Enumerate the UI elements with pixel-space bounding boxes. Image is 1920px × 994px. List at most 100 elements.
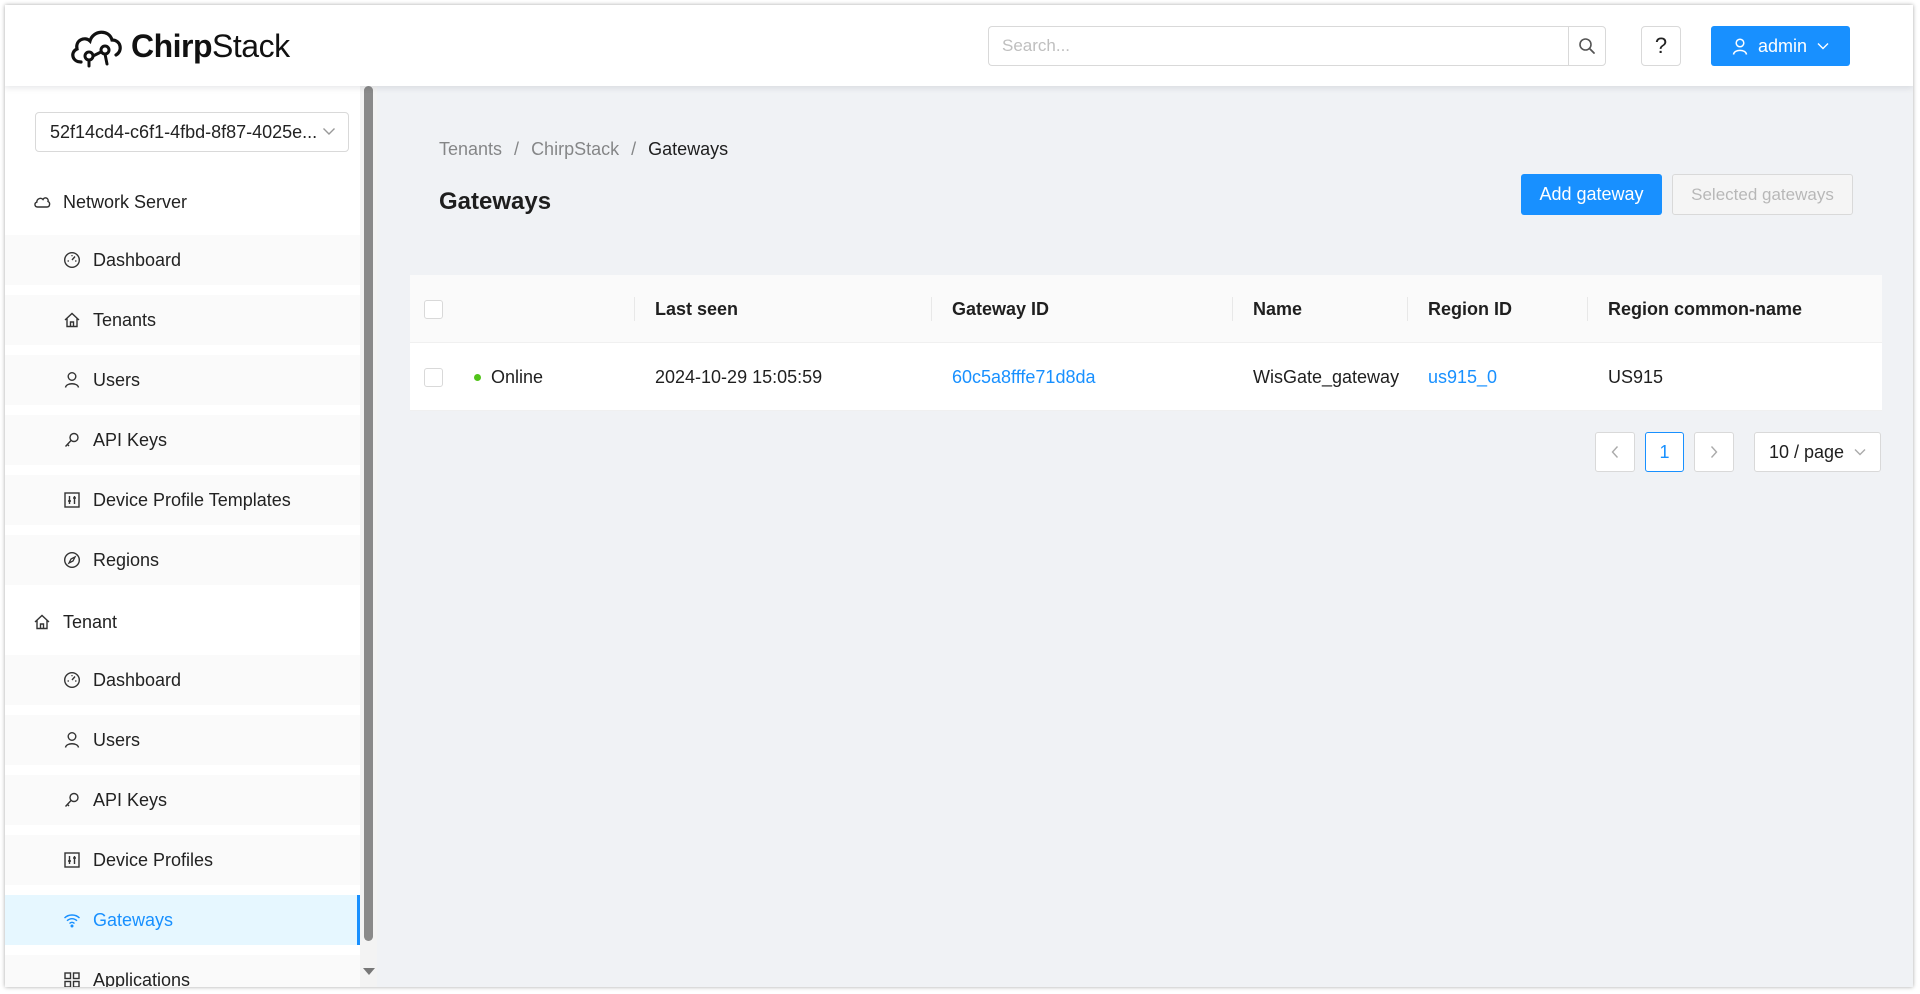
sidebar-item-ns-dashboard[interactable]: Dashboard (5, 235, 360, 285)
column-divider (1407, 297, 1408, 321)
breadcrumb-tenants[interactable]: Tenants (439, 139, 502, 160)
row-checkbox[interactable] (424, 367, 443, 387)
apps-icon (64, 972, 80, 987)
home-icon (34, 614, 50, 630)
page-title: Gateways (439, 188, 552, 215)
sidebar-item-label: Regions (93, 549, 160, 570)
sidebar-item-ns-api-keys[interactable]: API Keys (5, 415, 360, 465)
help-icon: ? (1654, 33, 1668, 58)
sidebar-item-label: Device Profiles (93, 849, 214, 870)
menu-group-label: Network Server (63, 191, 188, 212)
row-select-cell (424, 343, 443, 411)
wifi-icon (64, 914, 80, 928)
logo-text-light: Stack (212, 27, 290, 64)
table-header-row: Last seen Gateway ID Name Region ID Regi… (410, 275, 1882, 343)
sidebar: 52f14cd4-c6f1-4fbd-8f87-4025e... Network… (5, 86, 360, 987)
sidebar-item-device-profiles[interactable]: Device Profiles (5, 835, 360, 885)
select-all-cell (424, 275, 443, 343)
column-header-region-id[interactable]: Region ID (1428, 275, 1512, 343)
sidebar-item-tenant-api-keys[interactable]: API Keys (5, 775, 360, 825)
sidebar-item-applications[interactable]: Applications (5, 955, 360, 987)
status-cell: Online (474, 343, 543, 411)
key-icon (64, 432, 79, 447)
sidebar-item-tenant-dashboard[interactable]: Dashboard (5, 655, 360, 705)
chevron-down-icon (1854, 449, 1866, 456)
sidebar-item-gateways[interactable]: Gateways (5, 895, 360, 945)
column-header-name[interactable]: Name (1253, 275, 1302, 343)
column-divider (1232, 297, 1233, 321)
column-divider (634, 297, 635, 321)
search-input[interactable] (988, 26, 1569, 66)
prev-page-button[interactable] (1595, 432, 1635, 472)
user-icon (64, 732, 80, 748)
user-menu-button[interactable]: admin (1711, 26, 1850, 66)
sidebar-item-device-profile-templates[interactable]: Device Profile Templates (5, 475, 360, 525)
menu-group-tenant[interactable]: Tenant (5, 594, 360, 650)
scroll-down-arrow-icon[interactable] (363, 968, 375, 975)
online-status-dot-icon (474, 373, 481, 381)
page-size-select[interactable]: 10 / page (1754, 432, 1881, 472)
breadcrumb-separator: / (514, 139, 520, 159)
menu-group-network-server[interactable]: Network Server (5, 174, 360, 230)
chevron-down-icon (1817, 43, 1829, 50)
help-button[interactable]: ? (1641, 26, 1681, 66)
gateways-table: Last seen Gateway ID Name Region ID Regi… (410, 275, 1882, 411)
sidebar-item-tenant-users[interactable]: Users (5, 715, 360, 765)
last-seen-cell: 2024-10-29 15:05:59 (655, 366, 823, 387)
sidebar-item-label: Applications (93, 969, 191, 988)
user-icon (1732, 37, 1748, 55)
scrollbar-thumb[interactable] (364, 86, 373, 941)
tenant-select[interactable]: 52f14cd4-c6f1-4fbd-8f87-4025e... (35, 112, 349, 152)
sidebar-item-regions[interactable]: Regions (5, 535, 360, 585)
sliders-icon (64, 852, 80, 868)
sidebar-scrollbar[interactable] (360, 86, 377, 987)
tenant-select-value: 52f14cd4-c6f1-4fbd-8f87-4025e... (50, 121, 318, 142)
gateway-id-link[interactable]: 60c5a8fffe71d8da (952, 343, 1095, 411)
column-header-region-common-name[interactable]: Region common-name (1608, 275, 1802, 343)
column-divider (931, 297, 932, 321)
select-all-checkbox[interactable] (424, 299, 443, 319)
compass-icon (63, 551, 81, 569)
column-divider (1587, 297, 1588, 321)
breadcrumb-chirpstack[interactable]: ChirpStack (531, 139, 619, 160)
home-icon (64, 312, 80, 328)
sliders-icon (64, 492, 80, 508)
logo-text: ChirpStack (131, 28, 290, 65)
key-icon (64, 792, 79, 807)
sidebar-item-label: Gateways (93, 909, 174, 930)
selected-gateways-button[interactable]: Selected gateways (1672, 174, 1853, 215)
dashboard-icon (63, 671, 81, 689)
logo-text-bold: Chirp (131, 27, 213, 64)
sidebar-item-label: API Keys (93, 429, 168, 450)
search-icon (1579, 38, 1595, 54)
user-name: admin (1757, 35, 1808, 56)
sidebar-item-label: Device Profile Templates (93, 489, 291, 510)
top-header: ChirpStack ? admin (5, 5, 1913, 86)
chirpstack-logo[interactable]: ChirpStack (67, 23, 290, 69)
breadcrumb-separator: / (631, 139, 637, 159)
user-icon (64, 372, 80, 388)
next-page-button[interactable] (1694, 432, 1734, 472)
sidebar-item-ns-users[interactable]: Users (5, 355, 360, 405)
region-id-link[interactable]: us915_0 (1428, 343, 1497, 411)
cloud-icon (34, 197, 51, 208)
column-header-gateway-id[interactable]: Gateway ID (952, 275, 1049, 343)
breadcrumb: Tenants / ChirpStack / Gateways (439, 139, 728, 160)
region-common-name-cell: US915 (1608, 366, 1664, 387)
dashboard-icon (63, 251, 81, 269)
add-gateway-button[interactable]: Add gateway (1521, 174, 1662, 215)
search-button[interactable] (1568, 26, 1606, 66)
search-bar (988, 26, 1606, 66)
page-size-value: 10 / page (1769, 441, 1845, 462)
page-1-button[interactable]: 1 (1645, 432, 1684, 472)
column-header-last-seen[interactable]: Last seen (655, 275, 738, 343)
sidebar-item-tenants[interactable]: Tenants (5, 295, 360, 345)
status-text: Online (491, 366, 544, 387)
app-window: ChirpStack ? admin 52f14c (5, 5, 1913, 987)
name-cell: WisGate_gateway (1253, 366, 1400, 387)
sidebar-item-label: Tenants (93, 309, 157, 330)
sidebar-item-label: Users (93, 369, 141, 390)
sidebar-item-label: Dashboard (93, 249, 182, 270)
table-row[interactable]: Online 2024-10-29 15:05:59 60c5a8fffe71d… (410, 343, 1882, 411)
chevron-right-icon (1710, 446, 1718, 458)
